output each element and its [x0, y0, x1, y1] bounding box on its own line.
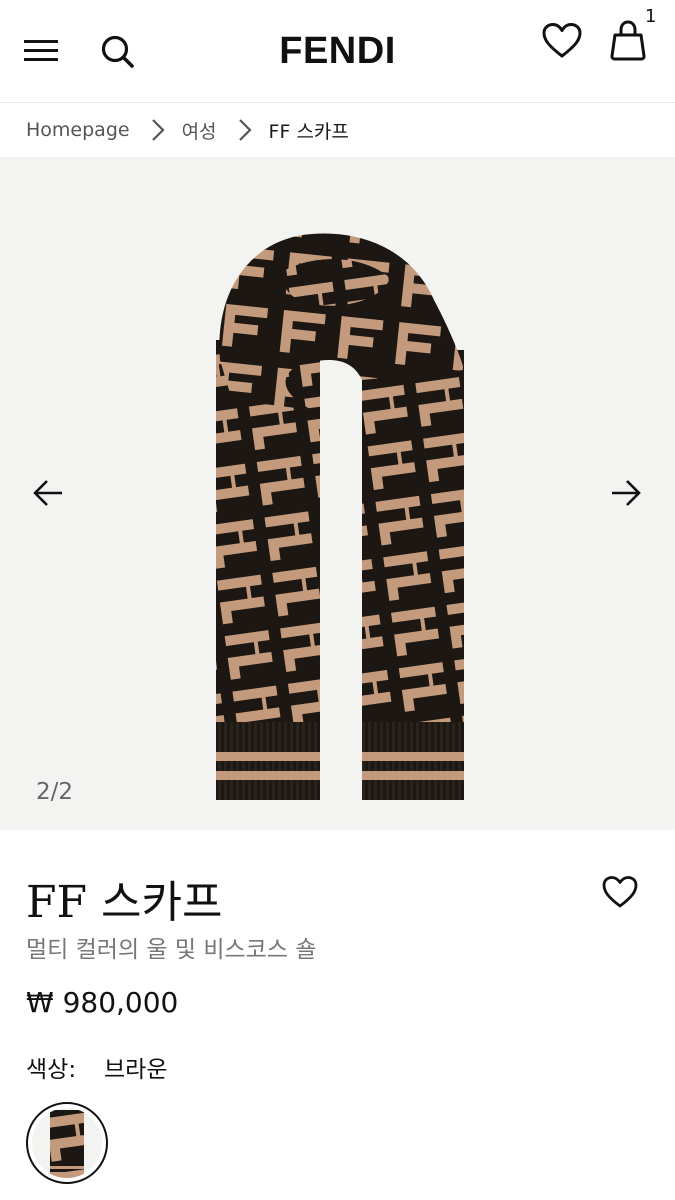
breadcrumb-women[interactable]: 여성	[182, 117, 217, 144]
product-price: ₩ 980,000	[26, 986, 179, 1019]
product-subtitle: 멀티 컬러의 울 및 비스코스 숄	[26, 937, 317, 963]
color-row: 색상: 브라운	[26, 1050, 167, 1084]
product-title: FF 스카프	[26, 877, 223, 928]
product-image	[216, 233, 464, 800]
color-value: 브라운	[104, 1057, 168, 1083]
color-label: 색상:	[26, 1057, 77, 1083]
breadcrumb: Homepage 여성 FF 스카프	[26, 113, 349, 147]
product-image-gallery[interactable]: 2/2	[0, 157, 675, 830]
next-image-arrow-icon[interactable]	[608, 477, 644, 509]
cart-count-badge: 1	[645, 6, 657, 27]
swatch-thumbnail	[32, 1108, 102, 1178]
heart-icon[interactable]	[541, 22, 583, 60]
chevron-right-icon	[151, 119, 165, 141]
previous-image-arrow-icon[interactable]	[30, 477, 66, 509]
breadcrumb-home[interactable]: Homepage	[26, 119, 130, 141]
swatch-scarf-image	[50, 1110, 84, 1178]
site-header: FENDI 1	[0, 0, 675, 103]
color-swatch-brown[interactable]	[26, 1102, 108, 1184]
bag-icon[interactable]	[606, 18, 650, 62]
wishlist-heart-icon[interactable]	[601, 875, 639, 909]
slide-counter: 2/2	[36, 779, 74, 805]
breadcrumb-current: FF 스카프	[268, 120, 349, 143]
chevron-right-icon	[238, 119, 252, 141]
